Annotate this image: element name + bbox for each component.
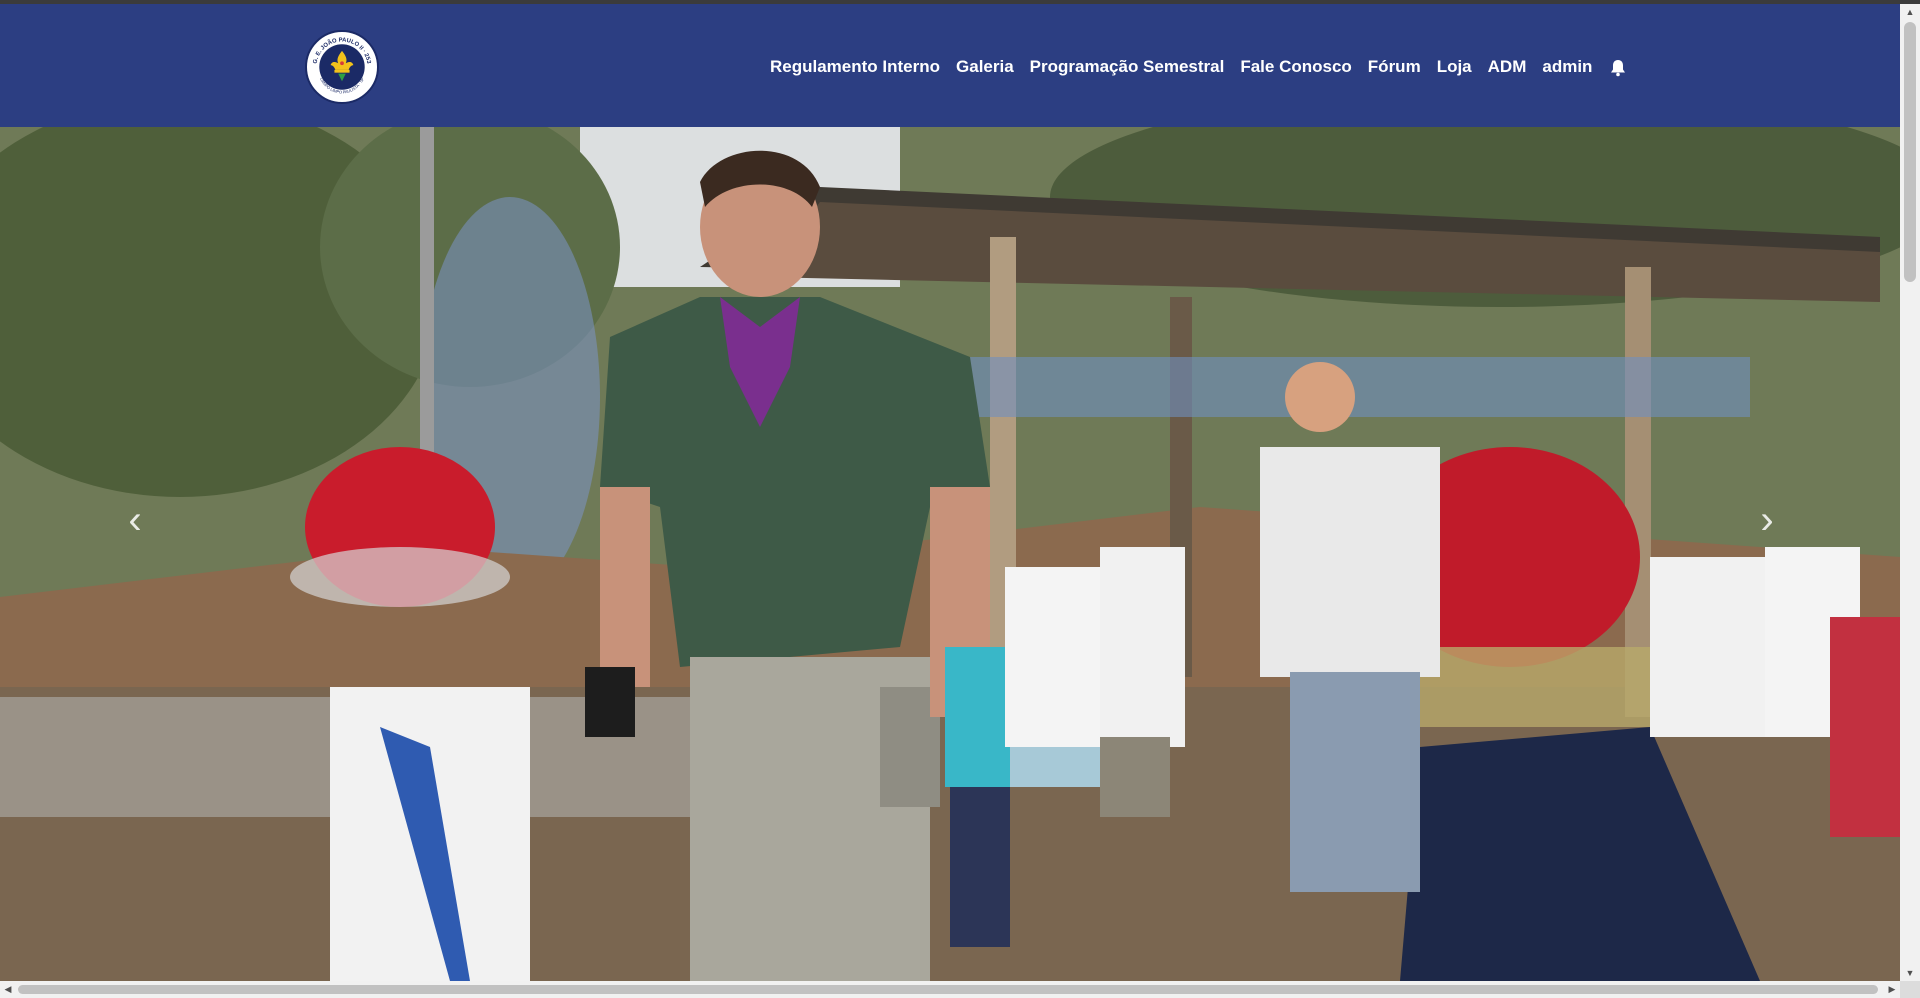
- nav-link-adm[interactable]: ADM: [1488, 57, 1527, 77]
- scrollbar-corner: [1900, 981, 1920, 998]
- bell-icon[interactable]: [1608, 58, 1628, 78]
- carousel-next-button[interactable]: ›: [1742, 485, 1792, 555]
- scroll-left-icon[interactable]: ◀: [0, 981, 16, 998]
- scroll-down-icon[interactable]: ▼: [1900, 965, 1920, 981]
- nav-link-forum[interactable]: Fórum: [1368, 57, 1421, 77]
- logo[interactable]: G. E. JOÃO PAULO II · 253 CAMPO LIMPO PA…: [305, 30, 379, 104]
- nav-link-loja[interactable]: Loja: [1437, 57, 1472, 77]
- hero-carousel: ‹ ›: [0, 127, 1900, 981]
- main-nav: Regulamento Interno Galeria Programação …: [770, 56, 1628, 78]
- vertical-scrollbar[interactable]: ▲ ▼: [1900, 4, 1920, 981]
- scroll-right-icon[interactable]: ▶: [1884, 981, 1900, 998]
- chevron-right-icon: ›: [1760, 497, 1774, 542]
- nav-link-fale-conosco[interactable]: Fale Conosco: [1240, 57, 1351, 77]
- horizontal-scrollbar[interactable]: ◀ ▶: [0, 981, 1900, 998]
- nav-link-galeria[interactable]: Galeria: [956, 57, 1014, 77]
- chevron-left-icon: ‹: [128, 497, 142, 542]
- nav-link-admin[interactable]: admin: [1542, 57, 1592, 77]
- nav-link-programacao-semestral[interactable]: Programação Semestral: [1030, 57, 1225, 77]
- logo-emblem-icon: G. E. JOÃO PAULO II · 253 CAMPO LIMPO PA…: [308, 33, 376, 101]
- vertical-scrollbar-thumb[interactable]: [1904, 22, 1916, 282]
- scroll-up-icon[interactable]: ▲: [1900, 4, 1920, 20]
- navbar: G. E. JOÃO PAULO II · 253 CAMPO LIMPO PA…: [0, 4, 1900, 127]
- hero-image: [0, 127, 1900, 981]
- horizontal-scrollbar-thumb[interactable]: [18, 985, 1878, 994]
- carousel-prev-button[interactable]: ‹: [110, 485, 160, 555]
- nav-link-regulamento-interno[interactable]: Regulamento Interno: [770, 57, 940, 77]
